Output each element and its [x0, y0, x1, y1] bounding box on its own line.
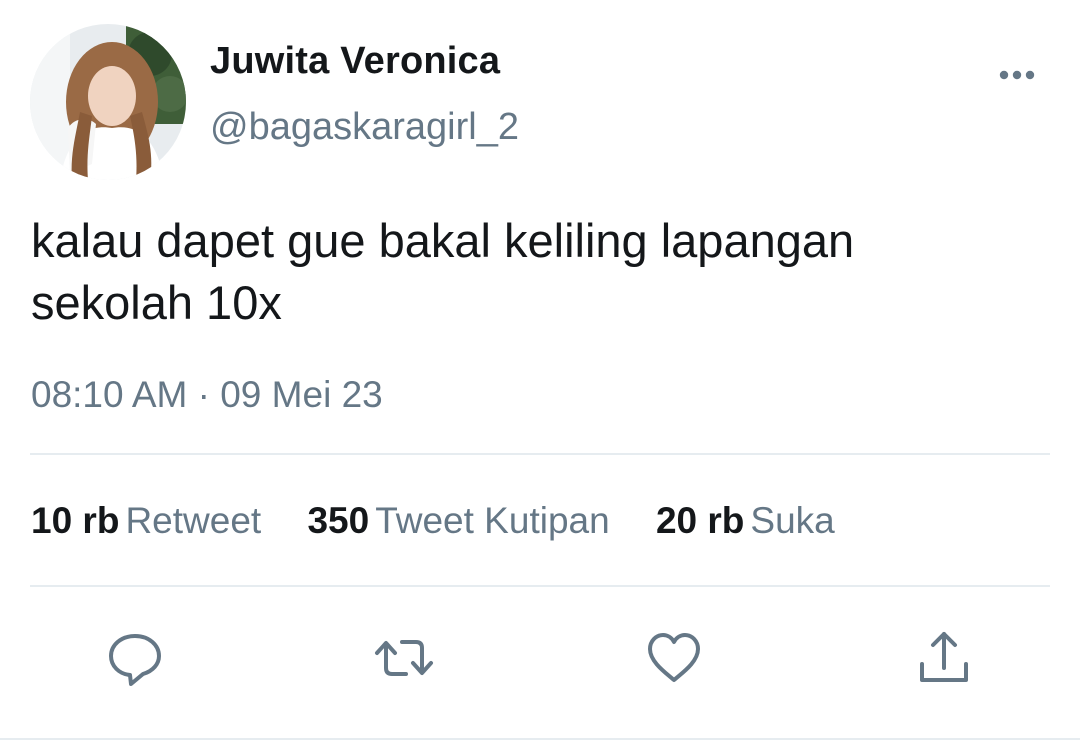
tweet-text-line-2: sekolah 10x — [31, 276, 282, 329]
retweet-count-link[interactable]: 10 rb Retweet — [31, 500, 261, 542]
tweet-date: 09 Mei 23 — [220, 374, 383, 415]
tweet-timestamp[interactable]: 08:10 AM · 09 Mei 23 — [31, 374, 383, 416]
more-horizontal-icon — [999, 70, 1035, 80]
retweet-label: Retweet — [125, 500, 262, 541]
tweet-time: 08:10 AM — [31, 374, 188, 415]
like-count: 20 rb — [655, 500, 745, 541]
retweet-button[interactable] — [374, 628, 434, 688]
like-label: Suka — [750, 500, 835, 541]
tweet-stats: 10 rb Retweet 350 Tweet Kutipan 20 rb Suka — [31, 500, 871, 542]
avatar[interactable] — [30, 24, 186, 180]
like-count-link[interactable]: 20 rb Suka — [656, 500, 835, 542]
author-handle[interactable]: @bagaskaragirl_2 — [210, 106, 519, 149]
tweet-text-line-1: kalau dapet gue bakal keliling lapangan — [31, 214, 855, 267]
quote-count-link[interactable]: 350 Tweet Kutipan — [307, 500, 609, 542]
heart-icon — [648, 633, 700, 682]
avatar-image — [30, 24, 186, 180]
quote-count: 350 — [307, 500, 370, 541]
tweet-text: kalau dapet gue bakal keliling lapangan … — [31, 210, 1031, 334]
like-button[interactable] — [644, 628, 704, 688]
timestamp-separator: · — [197, 374, 210, 415]
retweet-count: 10 rb — [31, 500, 120, 541]
share-icon — [920, 632, 968, 682]
divider-top — [30, 453, 1050, 455]
retweet-icon — [375, 640, 433, 676]
divider-bottom — [30, 585, 1050, 587]
more-options-button[interactable] — [994, 60, 1042, 90]
reply-icon — [109, 634, 161, 686]
share-button[interactable] — [914, 628, 974, 688]
author-display-name[interactable]: Juwita Veronica — [210, 40, 500, 83]
bottom-divider — [0, 738, 1080, 740]
quote-label: Tweet Kutipan — [375, 500, 610, 541]
reply-button[interactable] — [105, 628, 165, 688]
